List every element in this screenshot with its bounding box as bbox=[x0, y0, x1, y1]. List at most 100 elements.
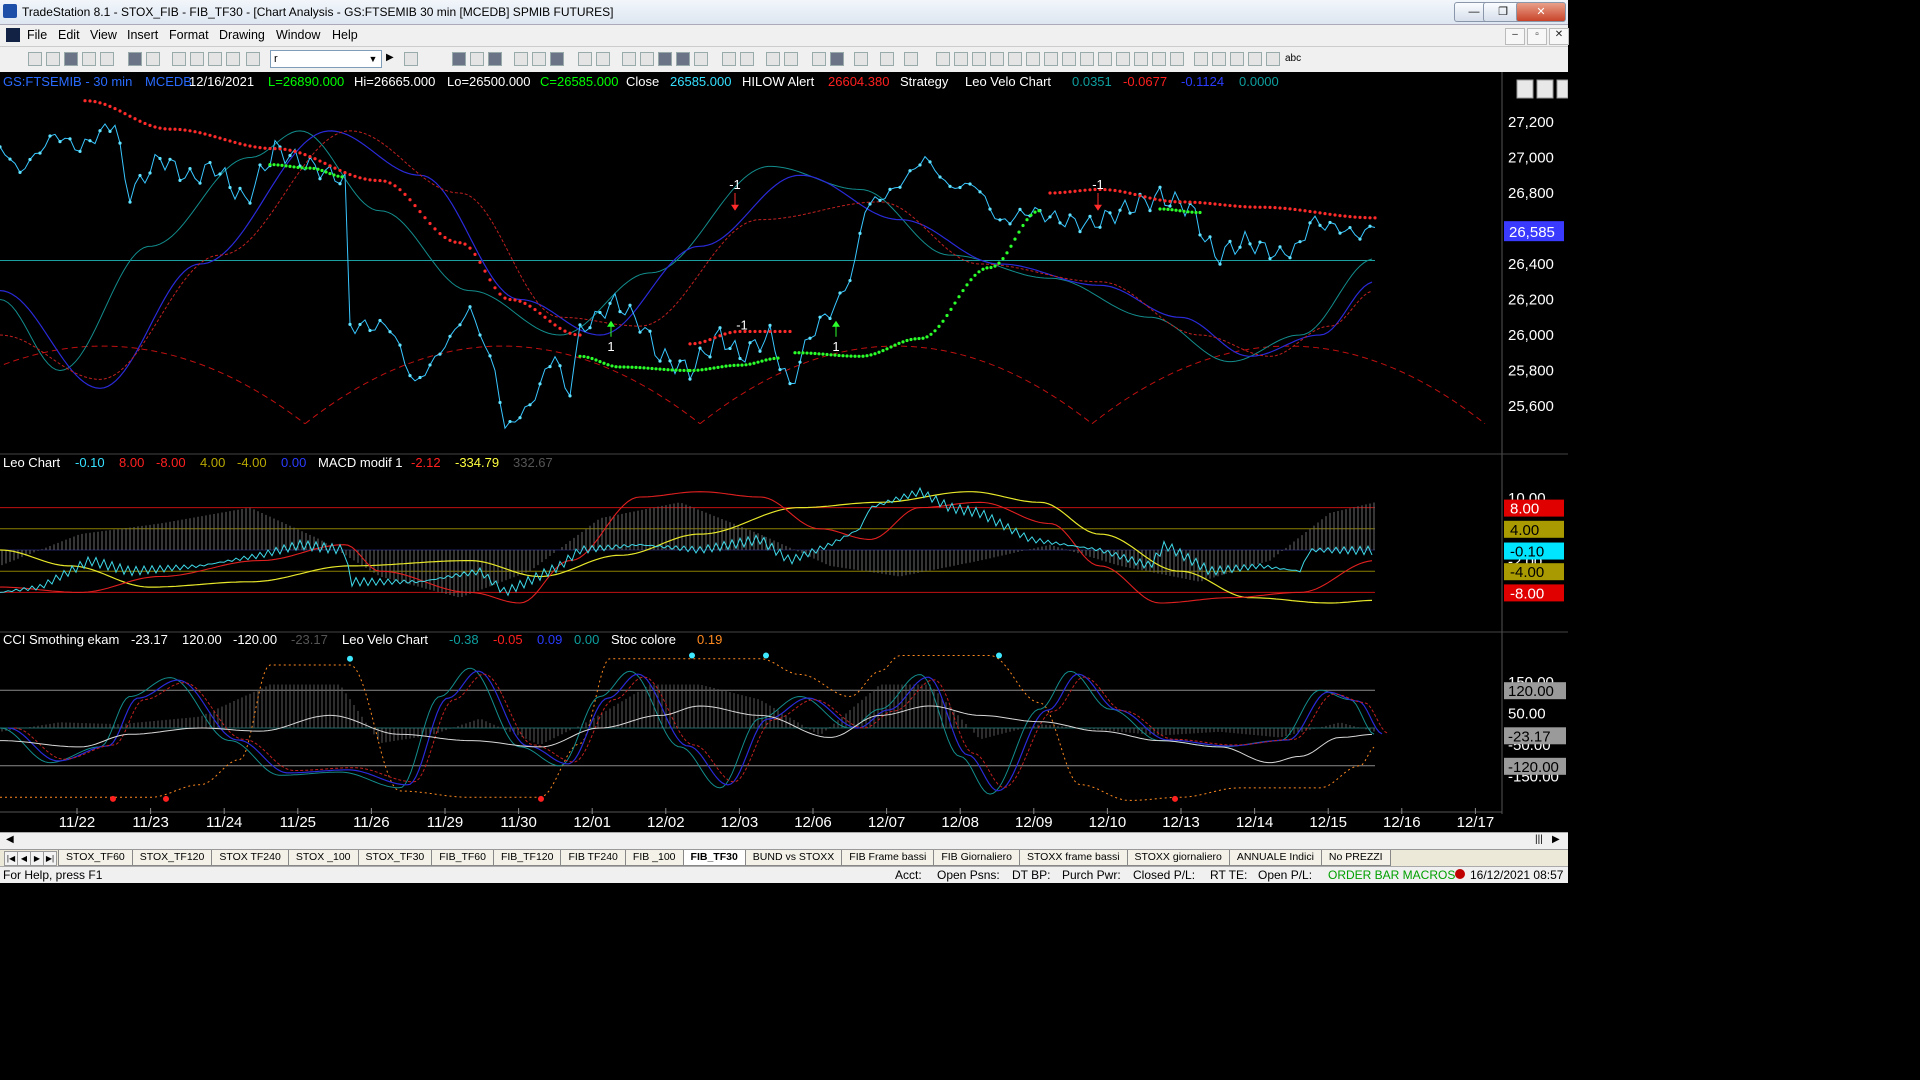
alert-icon[interactable] bbox=[904, 52, 918, 66]
tab-last-icon[interactable]: ▶| bbox=[43, 851, 57, 866]
candle-icon[interactable] bbox=[676, 52, 690, 66]
mdi-restore-button[interactable]: ▫ bbox=[1527, 28, 1547, 45]
chart-analysis-window[interactable]: GS:FTSEMIB - 30 min MCEDB12/16/2021 L=2689… bbox=[0, 72, 1568, 832]
menu-help[interactable]: Help bbox=[332, 28, 358, 42]
mdi-minimize-button[interactable]: – bbox=[1505, 28, 1525, 45]
horizontal-scrollbar[interactable]: ◀ ||| ▶ bbox=[0, 832, 1568, 849]
workspace-tab[interactable]: No PREZZI bbox=[1320, 850, 1391, 866]
menu-format[interactable]: Format bbox=[169, 28, 209, 42]
save-icon[interactable] bbox=[64, 52, 78, 66]
workspace-tab[interactable]: FIB _100 bbox=[624, 850, 684, 866]
chart-close-button[interactable] bbox=[1556, 79, 1568, 99]
strategy-icon[interactable] bbox=[622, 52, 636, 66]
menu-file[interactable]: File bbox=[27, 28, 47, 42]
chart-restore-button[interactable] bbox=[1536, 79, 1554, 99]
bar-interval-icon[interactable] bbox=[514, 52, 528, 66]
menu-insert[interactable]: Insert bbox=[127, 28, 158, 42]
refresh-icon[interactable] bbox=[532, 52, 546, 66]
bar-chart-icon[interactable] bbox=[694, 52, 708, 66]
close-button[interactable]: ✕ bbox=[1516, 2, 1566, 22]
scroll-right-arrow-icon[interactable]: ▶ bbox=[1552, 834, 1560, 845]
curve-icon[interactable] bbox=[1194, 52, 1208, 66]
regression-icon[interactable] bbox=[1098, 52, 1112, 66]
zoom-in-icon[interactable] bbox=[766, 52, 780, 66]
workspace-tab[interactable]: FIB Giornaliero bbox=[933, 850, 1020, 866]
scroll-left-icon[interactable] bbox=[722, 52, 736, 66]
matrix-icon[interactable] bbox=[658, 52, 672, 66]
open-icon[interactable] bbox=[46, 52, 60, 66]
workspace-tab[interactable]: FIB_TF120 bbox=[492, 850, 562, 866]
workspace-tab[interactable]: ANNUALE Indici bbox=[1228, 850, 1322, 866]
tab-next-icon[interactable]: ▶ bbox=[30, 851, 44, 866]
print-preview-icon[interactable] bbox=[146, 52, 160, 66]
fib-lines-icon[interactable] bbox=[972, 52, 986, 66]
menu-view[interactable]: View bbox=[90, 28, 117, 42]
new-icon[interactable] bbox=[28, 52, 42, 66]
workspace-icon[interactable] bbox=[82, 52, 96, 66]
workspace-tab[interactable]: STOX TF240 bbox=[211, 850, 289, 866]
gann-fan-icon[interactable] bbox=[1026, 52, 1040, 66]
workspace-tab[interactable]: FIB_TF60 bbox=[431, 850, 494, 866]
andrews-pitchfork-icon[interactable] bbox=[1062, 52, 1076, 66]
pointer-icon[interactable] bbox=[812, 52, 826, 66]
cut-icon[interactable] bbox=[172, 52, 186, 66]
folder-icon[interactable] bbox=[100, 52, 114, 66]
lock-icon[interactable] bbox=[208, 52, 222, 66]
cursor-icon[interactable] bbox=[830, 52, 844, 66]
pencil-icon[interactable] bbox=[1170, 52, 1184, 66]
tools-icon[interactable] bbox=[854, 52, 868, 66]
paste-icon[interactable] bbox=[226, 52, 240, 66]
scroll-right-icon[interactable] bbox=[740, 52, 754, 66]
workspace-tab[interactable]: STOX_TF60 bbox=[58, 850, 133, 866]
menu-edit[interactable]: Edit bbox=[58, 28, 80, 42]
menu-window[interactable]: Window bbox=[276, 28, 320, 42]
symbol-combo[interactable]: r ▼ bbox=[270, 50, 382, 68]
mdi-close-button[interactable]: ✕ bbox=[1549, 28, 1569, 45]
ellipse-icon[interactable] bbox=[1248, 52, 1262, 66]
horizontal-line-icon[interactable] bbox=[1116, 52, 1130, 66]
workspace-tab[interactable]: FIB Frame bassi bbox=[841, 850, 935, 866]
tab-first-icon[interactable]: |◀ bbox=[4, 851, 18, 866]
find-icon[interactable] bbox=[404, 52, 418, 66]
arrow-up-icon[interactable] bbox=[1230, 52, 1244, 66]
workspace-tab[interactable]: STOXX frame bassi bbox=[1018, 850, 1128, 866]
rectangle-icon[interactable] bbox=[1266, 52, 1280, 66]
menu-drawing[interactable]: Drawing bbox=[219, 28, 265, 42]
zoom-out-icon[interactable] bbox=[784, 52, 798, 66]
format-icon[interactable] bbox=[488, 52, 502, 66]
data-window-icon[interactable] bbox=[550, 52, 564, 66]
scroll-left-arrow-icon[interactable]: ◀ bbox=[6, 834, 14, 845]
zoom-icon[interactable] bbox=[578, 52, 592, 66]
workspace-tab[interactable]: FIB TF240 bbox=[560, 850, 626, 866]
channel-icon[interactable] bbox=[1080, 52, 1094, 66]
trendline-icon[interactable] bbox=[936, 52, 950, 66]
fib-retracement-icon[interactable] bbox=[990, 52, 1004, 66]
workspace-tab[interactable]: BUND vs STOXX bbox=[744, 850, 843, 866]
play-icon[interactable]: ▶ bbox=[386, 52, 400, 66]
workspace-tab[interactable]: STOX_TF30 bbox=[357, 850, 433, 866]
speed-lines-icon[interactable] bbox=[1044, 52, 1058, 66]
time-cycle-icon[interactable] bbox=[1134, 52, 1148, 66]
workspace-tab[interactable]: STOXX giornaliero bbox=[1126, 850, 1230, 866]
parallel-lines-icon[interactable] bbox=[954, 52, 968, 66]
text-tool[interactable]: abc bbox=[1285, 53, 1301, 64]
radar-icon[interactable] bbox=[640, 52, 654, 66]
chart-minimize-button[interactable] bbox=[1516, 79, 1534, 99]
print-icon[interactable] bbox=[128, 52, 142, 66]
arrow-down-icon[interactable] bbox=[1212, 52, 1226, 66]
order-icon[interactable] bbox=[880, 52, 894, 66]
insert-indicator-icon[interactable] bbox=[470, 52, 484, 66]
tab-prev-icon[interactable]: ◀ bbox=[17, 851, 31, 866]
document-icon[interactable] bbox=[6, 28, 20, 42]
chart-icon[interactable] bbox=[246, 52, 260, 66]
order-bar-macros[interactable]: ORDER BAR MACROS bbox=[1328, 868, 1455, 882]
arc-icon[interactable] bbox=[1152, 52, 1166, 66]
workspace-tab[interactable]: STOX _100 bbox=[287, 850, 359, 866]
fib-extension-icon[interactable] bbox=[1008, 52, 1022, 66]
chevron-down-icon[interactable]: ▼ bbox=[366, 52, 380, 66]
workspace-tab[interactable]: FIB_TF30 bbox=[682, 850, 746, 866]
copy-icon[interactable] bbox=[190, 52, 204, 66]
scroll-thumb-icon[interactable]: ||| bbox=[1535, 834, 1543, 845]
link-icon[interactable] bbox=[596, 52, 610, 66]
workspace-tab[interactable]: STOX_TF120 bbox=[131, 850, 213, 866]
